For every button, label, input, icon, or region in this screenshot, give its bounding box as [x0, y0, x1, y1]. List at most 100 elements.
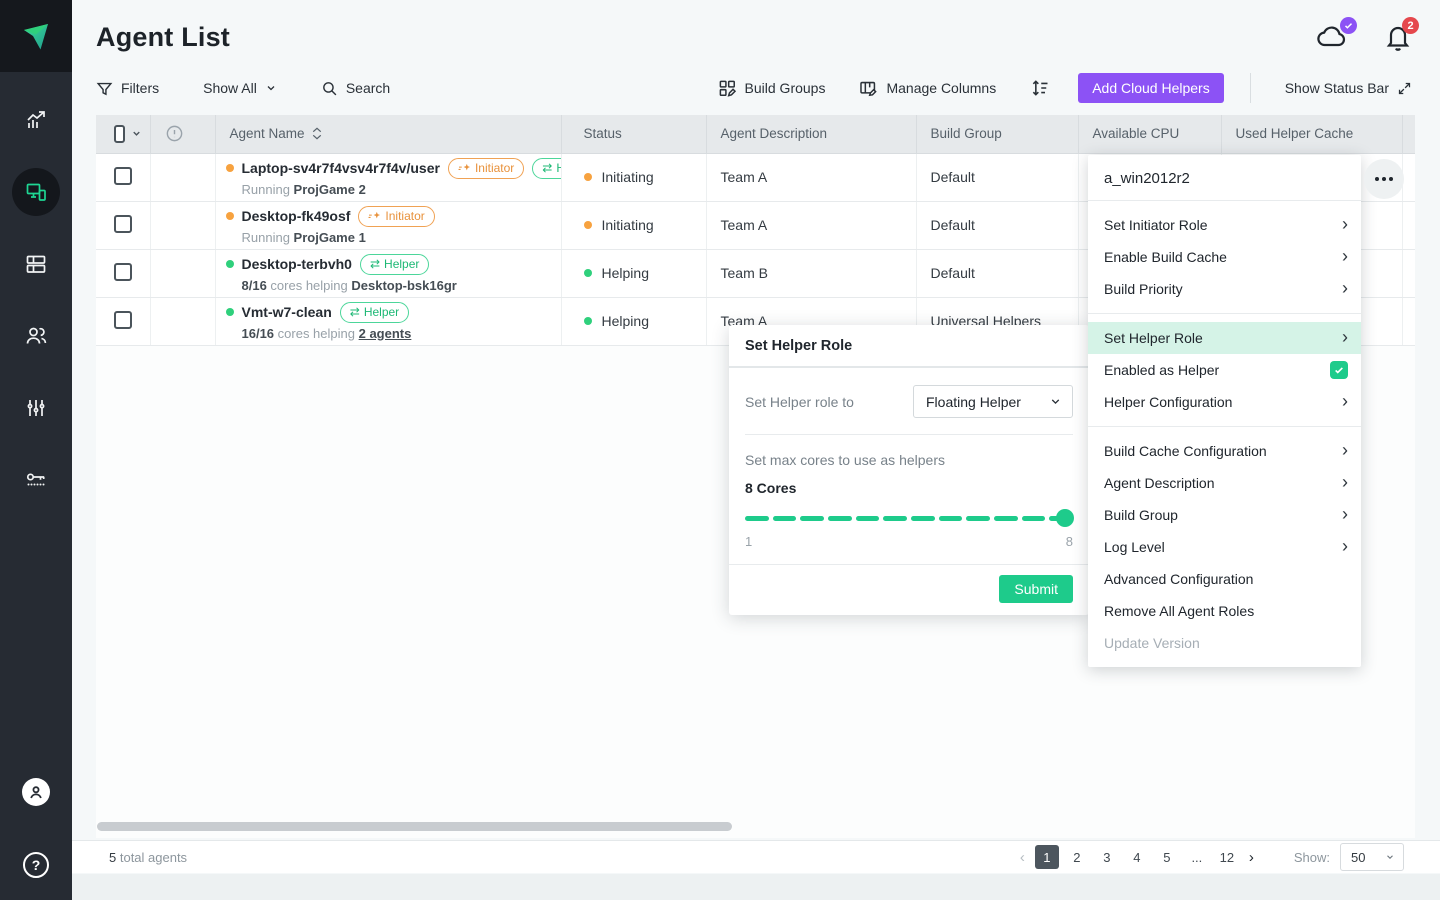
question-icon: ?	[32, 857, 41, 873]
helper-role-select[interactable]: Floating Helper	[913, 385, 1073, 418]
chevron-right-icon: ›	[1342, 247, 1348, 265]
sidebar-item-analytics[interactable]	[12, 96, 60, 144]
page-title: Agent List	[96, 22, 230, 53]
sidebar-item-settings[interactable]	[12, 384, 60, 432]
sidebar-item-users[interactable]	[12, 312, 60, 360]
row-checkbox[interactable]	[114, 263, 132, 281]
page-button-1[interactable]: 1	[1035, 845, 1059, 869]
manage-columns-button[interactable]: Manage Columns	[859, 79, 996, 98]
page-button-5[interactable]: 5	[1155, 845, 1179, 869]
page-size-select[interactable]: 50	[1340, 843, 1404, 871]
prev-page-button[interactable]: ‹	[1016, 849, 1029, 866]
show-status-bar-button[interactable]: Show Status Bar	[1285, 80, 1412, 96]
column-header-build-group: Build Group	[931, 126, 1002, 141]
sidebar-item-builds[interactable]	[12, 240, 60, 288]
menu-item-enable-build-cache[interactable]: Enable Build Cache›	[1088, 241, 1361, 273]
agent-subtitle: Running ProjGame 1	[226, 230, 561, 245]
menu-item-agent-description[interactable]: Agent Description›	[1088, 467, 1361, 499]
filters-button[interactable]: Filters	[96, 80, 159, 97]
status-text: Helping	[602, 265, 649, 281]
key-icon	[24, 468, 48, 492]
menu-item-update-version: Update Version	[1088, 627, 1361, 659]
column-header-agent-name: Agent Name	[230, 126, 305, 141]
cloud-status-button[interactable]	[1316, 24, 1348, 51]
agent-status-dot	[226, 164, 234, 172]
swap-arrows-icon: ⇄	[542, 162, 552, 174]
agent-status-dot	[226, 260, 234, 268]
table-header-row: Agent Name Status Agent Description Buil…	[96, 115, 1415, 153]
cores-slider[interactable]	[745, 509, 1073, 527]
help-button[interactable]: ?	[23, 852, 49, 878]
helped-agents-link[interactable]: 2 agents	[359, 326, 412, 341]
filter-icon	[96, 80, 113, 97]
page-button-2[interactable]: 2	[1065, 845, 1089, 869]
slider-max-label: 8	[1066, 534, 1073, 549]
horizontal-scrollbar[interactable]	[97, 822, 732, 831]
notification-count-badge: 2	[1402, 17, 1419, 34]
submit-button[interactable]: Submit	[999, 575, 1073, 603]
helper-badge: ⇄ Helper	[340, 302, 409, 323]
row-checkbox[interactable]	[114, 167, 132, 185]
menu-item-build-cache-configuration[interactable]: Build Cache Configuration›	[1088, 435, 1361, 467]
sort-order-icon	[1030, 78, 1050, 98]
status-dot	[584, 269, 592, 277]
menu-item-set-initiator-role[interactable]: Set Initiator Role›	[1088, 209, 1361, 241]
max-cores-label: Set max cores to use as helpers	[745, 452, 1073, 468]
row-checkbox[interactable]	[114, 215, 132, 233]
context-menu-title: a_win2012r2	[1088, 155, 1361, 200]
select-all-checkbox[interactable]	[114, 125, 125, 143]
user-avatar[interactable]	[22, 778, 50, 806]
set-helper-role-dialog: Set Helper Role Set Helper role to Float…	[729, 325, 1089, 615]
sidebar-item-agents[interactable]	[12, 168, 60, 216]
menu-item-build-priority[interactable]: Build Priority›	[1088, 273, 1361, 305]
agent-subtitle: 16/16 cores helping 2 agents	[226, 326, 561, 341]
page-button-3[interactable]: 3	[1095, 845, 1119, 869]
expand-icon	[1397, 81, 1412, 96]
agent-status-dot	[226, 212, 234, 220]
agent-description: Team A	[721, 169, 768, 185]
toolbar-divider	[1250, 73, 1251, 103]
menu-item-log-level[interactable]: Log Level›	[1088, 531, 1361, 563]
helper-role-label: Set Helper role to	[745, 394, 854, 410]
sidebar-item-license[interactable]	[12, 456, 60, 504]
chevron-down-icon	[1049, 395, 1062, 408]
page-button-12[interactable]: 12	[1215, 845, 1239, 869]
status-dot	[584, 173, 592, 181]
agent-subtitle: 8/16 cores helping Desktop-bsk16gr	[226, 278, 561, 293]
next-page-button[interactable]: ›	[1245, 849, 1258, 866]
search-button[interactable]: Search	[321, 80, 390, 97]
column-header-available-cpu: Available CPU	[1093, 126, 1180, 141]
footer-bar: 5 total agents ‹ 1 2 3 4 5 ... 12 › Show…	[72, 840, 1440, 873]
menu-item-helper-configuration[interactable]: Helper Configuration›	[1088, 386, 1361, 418]
sidebar: ?	[0, 0, 72, 900]
slider-track	[745, 516, 1073, 521]
status-dot	[584, 317, 592, 325]
menu-item-remove-all-agent-roles[interactable]: Remove All Agent Roles	[1088, 595, 1361, 627]
slider-range-labels: 1 8	[745, 534, 1073, 549]
page-button-4[interactable]: 4	[1125, 845, 1149, 869]
helper-badge-truncated: ⇄ Helper	[532, 158, 561, 179]
chevron-right-icon: ›	[1342, 441, 1348, 459]
sort-column-icon[interactable]	[312, 127, 322, 140]
show-all-dropdown[interactable]: Show All	[203, 80, 277, 96]
enabled-as-helper-checkbox[interactable]	[1330, 361, 1348, 379]
agents-icon	[24, 180, 48, 204]
add-cloud-helpers-button[interactable]: Add Cloud Helpers	[1078, 73, 1224, 103]
menu-item-build-group[interactable]: Build Group›	[1088, 499, 1361, 531]
sort-order-button[interactable]	[1030, 78, 1050, 98]
menu-item-set-helper-role[interactable]: Set Helper Role›	[1088, 322, 1361, 354]
incredibuild-logo[interactable]	[0, 0, 72, 72]
menu-item-advanced-configuration[interactable]: Advanced Configuration	[1088, 563, 1361, 595]
row-actions-button[interactable]	[1364, 159, 1404, 199]
menu-item-enabled-as-helper[interactable]: Enabled as Helper	[1088, 354, 1361, 386]
build-groups-button[interactable]: Build Groups	[718, 79, 826, 98]
row-checkbox[interactable]	[114, 311, 132, 329]
build-group-value: Default	[931, 265, 975, 281]
select-menu-chevron-icon[interactable]	[131, 128, 142, 139]
dialog-title: Set Helper Role	[729, 325, 1089, 368]
chevron-right-icon: ›	[1342, 473, 1348, 491]
notifications-button[interactable]: 2	[1386, 24, 1410, 51]
slider-handle[interactable]	[1056, 509, 1074, 527]
column-header-used-helper-cache: Used Helper Cache	[1236, 126, 1354, 141]
chevron-right-icon: ›	[1342, 328, 1348, 346]
